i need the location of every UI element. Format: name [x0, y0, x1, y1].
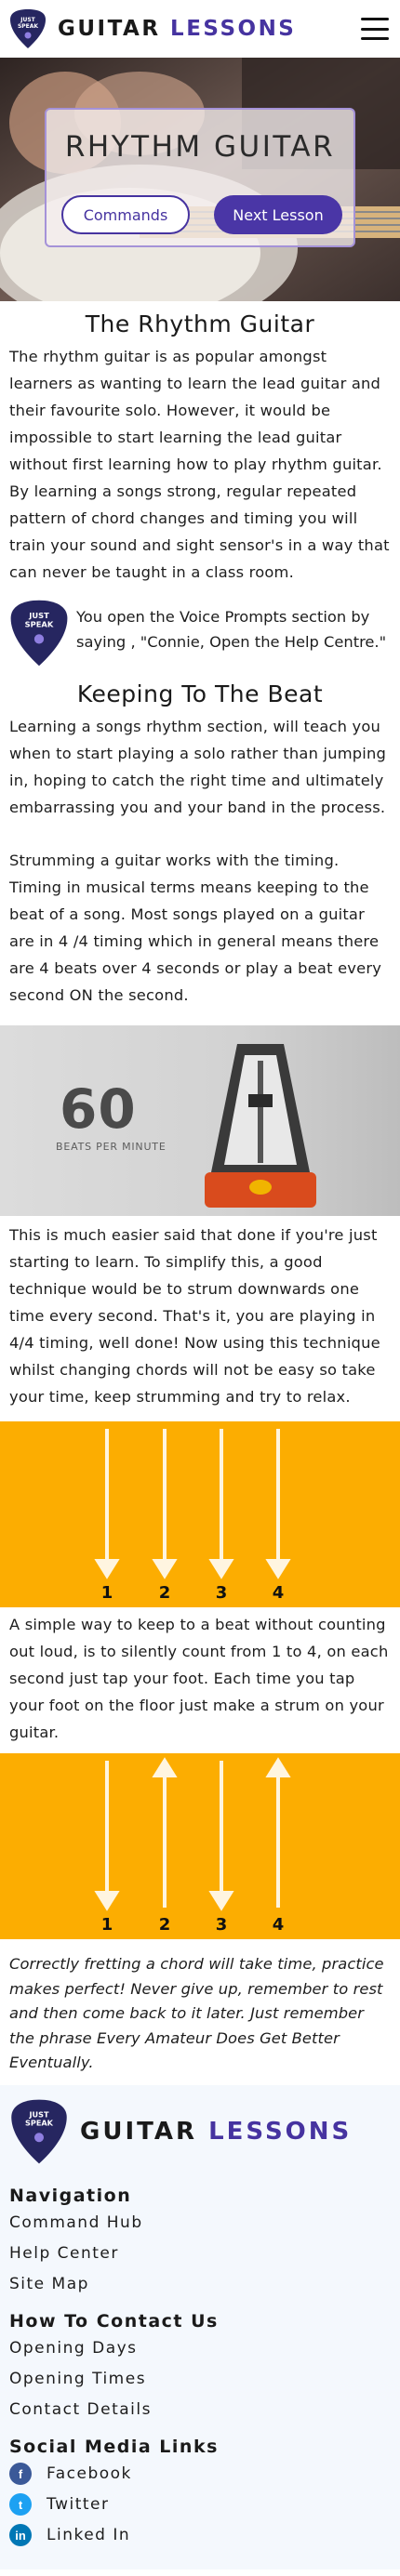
- beat-number: 1: [101, 1583, 113, 1603]
- hero-title: RHYTHM GUITAR: [64, 130, 336, 164]
- footer-link-contact-details[interactable]: Contact Details: [0, 2395, 400, 2425]
- svg-text:SPEAK: SPEAK: [25, 620, 54, 629]
- site-header: JUST SPEAK GUITAR LESSONS: [0, 0, 400, 58]
- commands-button[interactable]: Commands: [61, 195, 190, 234]
- strum-diagram-downstrokes: 1 2 3 4: [0, 1421, 400, 1607]
- next-lesson-button[interactable]: Next Lesson: [214, 195, 342, 234]
- footer-link-opening-days[interactable]: Opening Days: [0, 2333, 400, 2364]
- svg-text:SPEAK: SPEAK: [25, 2118, 54, 2127]
- bpm-value: 60: [60, 1077, 137, 1141]
- footer-brand-name: GUITAR LESSONS: [80, 2117, 353, 2146]
- beat-number: 3: [216, 1915, 228, 1935]
- hero-card: RHYTHM GUITAR Commands Next Lesson: [45, 108, 355, 247]
- intro-title: The Rhythm Guitar: [85, 310, 315, 337]
- linkedin-icon: in: [9, 2524, 32, 2546]
- social-link-facebook[interactable]: f Facebook: [0, 2459, 400, 2490]
- just-speak-logo: JUST SPEAK: [9, 599, 69, 667]
- svg-text:JUST: JUST: [28, 611, 49, 620]
- social-label: Twitter: [47, 2495, 110, 2514]
- voice-prompt: JUST SPEAK You open the Voice Prompts se…: [0, 599, 400, 667]
- beat-paragraph-1: Learning a songs rhythm section, will te…: [9, 718, 387, 816]
- strum-diagram-alternating: 1 2 3 4: [0, 1753, 400, 1939]
- metronome-icon: [205, 1044, 316, 1208]
- facebook-icon: f: [9, 2463, 32, 2485]
- social-label: Linked In: [47, 2526, 131, 2544]
- beat-number: 4: [273, 1583, 285, 1603]
- strum-paragraph-2: A simple way to keep to a beat without c…: [9, 1616, 389, 1741]
- voice-prompt-text: You open the Voice Prompts section by sa…: [76, 608, 387, 651]
- hamburger-menu-icon[interactable]: [361, 18, 389, 40]
- brand-primary: GUITAR: [58, 17, 161, 41]
- footer-link-command-hub[interactable]: Command Hub: [0, 2208, 400, 2239]
- closing-text: Correctly fretting a chord will take tim…: [9, 1955, 384, 2071]
- footer-social-heading: Social Media Links: [9, 2436, 219, 2457]
- just-speak-logo: JUST SPEAK: [9, 2098, 69, 2165]
- footer-link-opening-times[interactable]: Opening Times: [0, 2364, 400, 2395]
- strum-paragraph-1: This is much easier said that done if yo…: [9, 1226, 380, 1406]
- beat-number: 3: [216, 1583, 228, 1603]
- beat-number: 2: [159, 1583, 171, 1603]
- beat-number: 4: [273, 1915, 285, 1935]
- footer-link-site-map[interactable]: Site Map: [0, 2269, 400, 2300]
- social-label: Facebook: [47, 2464, 132, 2483]
- social-link-linkedin[interactable]: in Linked In: [0, 2520, 400, 2551]
- footer-link-help-center[interactable]: Help Center: [0, 2239, 400, 2269]
- footer-brand[interactable]: JUST SPEAK GUITAR LESSONS: [0, 2085, 400, 2165]
- alternating-arrows: 1 2 3 4: [94, 1757, 291, 1935]
- intro-paragraph: The rhythm guitar is as popular amongst …: [9, 348, 390, 581]
- brand-name[interactable]: GUITAR LESSONS: [58, 17, 296, 41]
- hero-banner: RHYTHM GUITAR Commands Next Lesson: [0, 58, 400, 301]
- just-speak-logo[interactable]: JUST SPEAK: [9, 8, 47, 49]
- downstroke-arrows: 1 2 3 4: [94, 1429, 291, 1603]
- beat-number: 1: [101, 1915, 113, 1935]
- footer-nav-heading: Navigation: [9, 2185, 132, 2206]
- beat-title: Keeping To The Beat: [76, 680, 324, 707]
- metronome-image: 60 BEATS PER MINUTE: [0, 1025, 400, 1216]
- brand-accent: LESSONS: [170, 17, 297, 41]
- svg-text:JUST: JUST: [20, 17, 35, 23]
- svg-text:SPEAK: SPEAK: [18, 23, 38, 30]
- bpm-label: BEATS PER MINUTE: [56, 1141, 167, 1153]
- twitter-icon: t: [9, 2493, 32, 2516]
- social-link-twitter[interactable]: t Twitter: [0, 2490, 400, 2520]
- site-footer: JUST SPEAK GUITAR LESSONS Navigation Com…: [0, 2084, 400, 2569]
- beat-paragraph-2: Strumming a guitar works with the timing…: [9, 852, 382, 1004]
- beat-number: 2: [159, 1915, 171, 1935]
- footer-contact-heading: How To Contact Us: [9, 2310, 219, 2332]
